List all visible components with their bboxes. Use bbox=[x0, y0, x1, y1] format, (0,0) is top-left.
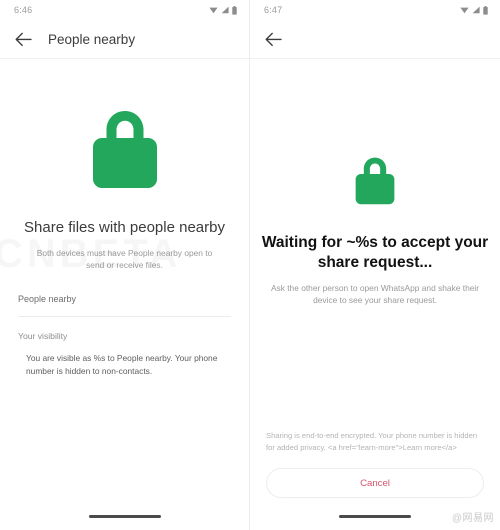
status-bar-left: 6:46 bbox=[0, 0, 249, 20]
wifi-icon bbox=[209, 7, 218, 14]
signal-icon bbox=[221, 6, 229, 14]
headline: Waiting for ~%s to accept your share req… bbox=[261, 234, 489, 271]
source-watermark: @网易网 bbox=[451, 513, 494, 524]
status-icon-group bbox=[460, 5, 488, 15]
battery-icon bbox=[232, 5, 237, 15]
headline: Share files with people nearby bbox=[24, 219, 225, 236]
lock-hero-left bbox=[0, 59, 249, 191]
section-body-visibility: You are visible as %s to People nearby. … bbox=[26, 352, 218, 377]
cancel-button[interactable]: Cancel bbox=[266, 468, 484, 498]
home-gesture-bar[interactable] bbox=[339, 515, 411, 518]
home-gesture-bar[interactable] bbox=[88, 515, 161, 518]
subtext: Both devices must have People nearby ope… bbox=[36, 247, 213, 271]
lock-hero-right bbox=[250, 59, 500, 207]
encryption-footer-note: Sharing is end-to-end encrypted. Your ph… bbox=[266, 430, 478, 452]
subtext: Ask the other person to open WhatsApp an… bbox=[270, 282, 480, 306]
status-time: 6:47 bbox=[264, 5, 283, 15]
screenshot-pair: 6:46 People nearby Share files with peop… bbox=[0, 0, 500, 530]
battery-icon bbox=[483, 5, 488, 15]
list-item-people-nearby[interactable]: People nearby bbox=[0, 294, 249, 316]
back-arrow-icon[interactable] bbox=[14, 30, 32, 48]
signal-icon bbox=[472, 6, 480, 14]
left-phone-screen: 6:46 People nearby Share files with peop… bbox=[0, 0, 250, 530]
status-bar-right: 6:47 bbox=[250, 0, 500, 20]
app-bar-right bbox=[250, 20, 500, 58]
status-time: 6:46 bbox=[14, 5, 33, 15]
list-item-label: People nearby bbox=[18, 293, 77, 304]
lock-icon bbox=[355, 157, 395, 205]
page-title: People nearby bbox=[48, 31, 136, 47]
section-label-visibility: Your visibility bbox=[18, 330, 68, 341]
wifi-icon bbox=[460, 7, 469, 14]
lock-icon bbox=[92, 111, 157, 188]
app-bar-left: People nearby bbox=[0, 20, 249, 58]
status-icon-group bbox=[209, 5, 237, 15]
right-phone-screen: 6:47 CNBETA bbox=[250, 0, 500, 530]
back-arrow-icon[interactable] bbox=[264, 30, 282, 48]
